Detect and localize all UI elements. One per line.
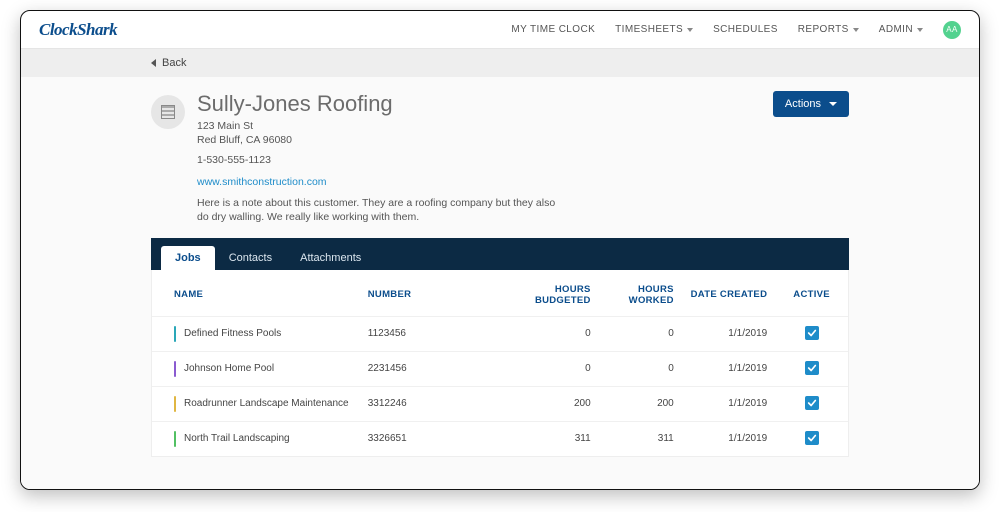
col-header-hours-worked[interactable]: HOURS WORKED xyxy=(599,270,682,317)
avatar[interactable]: AA xyxy=(943,21,961,39)
col-header-hours-budgeted[interactable]: HOURS BUDGETED xyxy=(516,270,599,317)
hours-worked: 0 xyxy=(599,351,682,386)
table-row[interactable]: Defined Fitness Pools1123456001/1/2019 xyxy=(152,316,848,351)
job-color-bar xyxy=(174,326,176,342)
active-checkbox[interactable] xyxy=(805,396,819,410)
col-header-number[interactable]: NUMBER xyxy=(360,270,516,317)
nav-link[interactable]: ADMIN xyxy=(879,24,923,35)
job-color-bar xyxy=(174,361,176,377)
actions-button[interactable]: Actions xyxy=(773,91,849,117)
chevron-down-icon xyxy=(853,28,859,32)
chevron-down-icon xyxy=(829,102,837,106)
nav-link[interactable]: TIMESHEETS xyxy=(615,24,693,35)
active-cell xyxy=(775,351,848,386)
chevron-down-icon xyxy=(687,28,693,32)
col-header-name[interactable]: NAME xyxy=(152,270,360,317)
date-created: 1/1/2019 xyxy=(682,316,775,351)
jobs-table: NAME NUMBER HOURS BUDGETED HOURS WORKED … xyxy=(152,270,848,456)
active-cell xyxy=(775,386,848,421)
hours-worked: 0 xyxy=(599,316,682,351)
app-window: ClockShark MY TIME CLOCK TIMESHEETS SCHEDU… xyxy=(20,10,980,490)
address-line1: 123 Main St xyxy=(197,119,773,133)
date-created: 1/1/2019 xyxy=(682,351,775,386)
col-header-active[interactable]: ACTIVE xyxy=(775,270,848,317)
nav-link-label: SCHEDULES xyxy=(713,24,778,35)
tab-contacts[interactable]: Contacts xyxy=(215,246,286,270)
customer-header: Sully-Jones Roofing 123 Main St Red Bluf… xyxy=(151,91,849,224)
company-info: Sully-Jones Roofing 123 Main St Red Bluf… xyxy=(197,91,773,224)
job-name: North Trail Landscaping xyxy=(184,433,290,444)
nav-link[interactable]: REPORTS xyxy=(798,24,859,35)
company-name: Sully-Jones Roofing xyxy=(197,91,773,117)
job-name: Johnson Home Pool xyxy=(184,363,274,374)
phone-number: 1-530-555-1123 xyxy=(197,153,773,167)
brand-logo[interactable]: ClockShark xyxy=(39,20,117,40)
hours-budgeted: 0 xyxy=(516,316,599,351)
nav-link-label: TIMESHEETS xyxy=(615,24,683,35)
hours-worked: 200 xyxy=(599,386,682,421)
tab-jobs[interactable]: Jobs xyxy=(161,246,215,270)
customer-note: Here is a note about this customer. They… xyxy=(197,196,557,224)
job-color-bar xyxy=(174,431,176,447)
job-color-bar xyxy=(174,396,176,412)
address-line2: Red Bluff, CA 96080 xyxy=(197,133,773,147)
job-number: 1123456 xyxy=(360,316,516,351)
jobs-panel: NAME NUMBER HOURS BUDGETED HOURS WORKED … xyxy=(151,270,849,457)
active-checkbox[interactable] xyxy=(805,326,819,340)
active-cell xyxy=(775,316,848,351)
top-navbar: ClockShark MY TIME CLOCK TIMESHEETS SCHEDU… xyxy=(21,11,979,49)
active-cell xyxy=(775,421,848,456)
tab-attachments[interactable]: Attachments xyxy=(286,246,375,270)
nav-link-label: REPORTS xyxy=(798,24,849,35)
date-created: 1/1/2019 xyxy=(682,386,775,421)
job-name: Roadrunner Landscape Maintenance xyxy=(184,398,349,409)
date-created: 1/1/2019 xyxy=(682,421,775,456)
chevron-down-icon xyxy=(917,28,923,32)
hours-budgeted: 311 xyxy=(516,421,599,456)
nav-link[interactable]: SCHEDULES xyxy=(713,24,778,35)
nav-link[interactable]: MY TIME CLOCK xyxy=(511,24,595,35)
nav-link-label: ADMIN xyxy=(879,24,913,35)
website-link[interactable]: www.smithconstruction.com xyxy=(197,176,327,188)
back-link[interactable]: Back xyxy=(151,57,186,69)
active-checkbox[interactable] xyxy=(805,431,819,445)
job-name: Defined Fitness Pools xyxy=(184,328,281,339)
job-number: 3326651 xyxy=(360,421,516,456)
tab-bar: JobsContactsAttachments xyxy=(151,238,849,270)
nav-items: MY TIME CLOCK TIMESHEETS SCHEDULES REPORTS A… xyxy=(511,21,961,39)
table-row[interactable]: Roadrunner Landscape Maintenance33122462… xyxy=(152,386,848,421)
chevron-left-icon xyxy=(151,59,156,67)
col-header-date-created[interactable]: DATE CREATED xyxy=(682,270,775,317)
hours-worked: 311 xyxy=(599,421,682,456)
actions-label: Actions xyxy=(785,98,821,110)
active-checkbox[interactable] xyxy=(805,361,819,375)
job-number: 2231456 xyxy=(360,351,516,386)
hours-budgeted: 0 xyxy=(516,351,599,386)
back-label: Back xyxy=(162,57,186,69)
hours-budgeted: 200 xyxy=(516,386,599,421)
table-row[interactable]: North Trail Landscaping33266513113111/1/… xyxy=(152,421,848,456)
table-row[interactable]: Johnson Home Pool2231456001/1/2019 xyxy=(152,351,848,386)
building-icon xyxy=(151,95,185,129)
job-number: 3312246 xyxy=(360,386,516,421)
breadcrumb-bar: Back xyxy=(21,49,979,77)
nav-link-label: MY TIME CLOCK xyxy=(511,24,595,35)
content-area: Sully-Jones Roofing 123 Main St Red Bluf… xyxy=(21,77,979,489)
